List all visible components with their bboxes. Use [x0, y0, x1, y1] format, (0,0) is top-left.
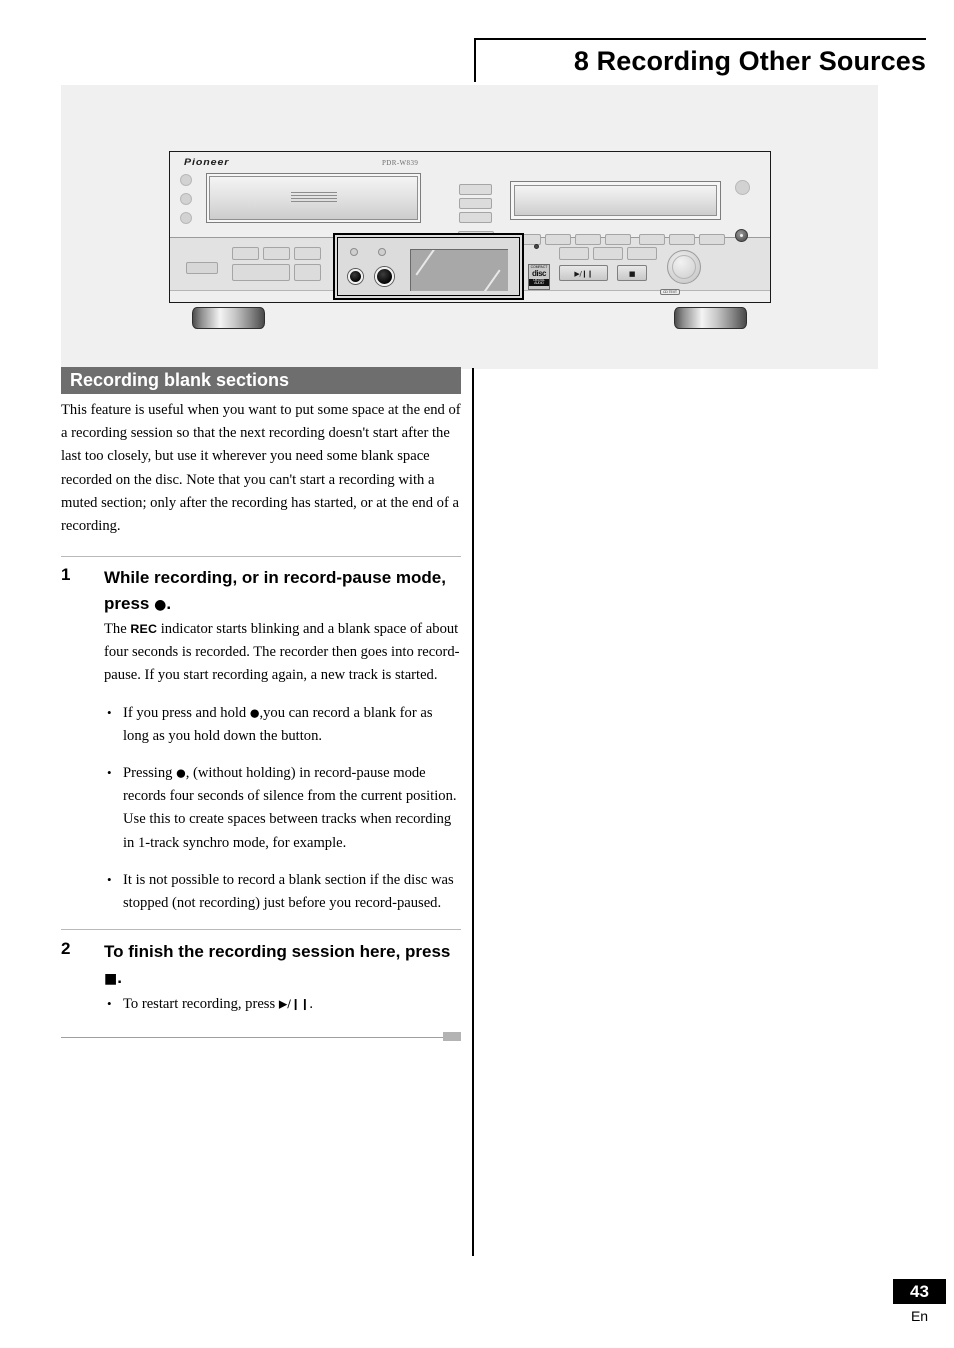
step-1-number: 1 [61, 565, 71, 584]
list-item: Pressing ●, (without holding) in record-… [104, 761, 461, 855]
jog-dial-knob[interactable] [667, 250, 701, 284]
upper-left-button-3 [180, 212, 192, 224]
intro-paragraph-container: This feature is useful when you want to … [61, 399, 461, 538]
lower-left-button-5 [294, 264, 321, 281]
divider-rule-section-end [61, 1037, 461, 1038]
indicator-lamp-2 [378, 248, 386, 256]
right-button-4 [605, 234, 631, 245]
product-illustration-panel: Pioneer PDR-W839 COMPACT disc DIGITAL AU… [61, 85, 878, 369]
record-glyph-icon: ● [154, 597, 167, 613]
lower-left-wide-button [186, 262, 218, 274]
chapter-header-rule: 8 Recording Other Sources [474, 38, 926, 82]
remote-sensor-icon [735, 229, 748, 242]
display-window-outline [510, 181, 721, 220]
disc-tray-1 [209, 176, 418, 220]
screen-glint-1 [415, 250, 437, 276]
device-foot-right [674, 307, 747, 329]
column-divider [472, 368, 474, 1256]
step-2-heading-after: . [117, 968, 122, 987]
cd-recorder-chassis: Pioneer PDR-W839 COMPACT disc DIGITAL AU… [169, 151, 771, 303]
lower-left-button-4 [232, 264, 290, 281]
center-button-3 [459, 212, 492, 223]
callout-display-screen [410, 249, 508, 291]
bullet-2-before: Pressing [123, 765, 177, 782]
record-glyph-icon: ● [176, 766, 186, 780]
bullet-restart-after: . [309, 996, 314, 1012]
indicator-lamp-1 [350, 248, 358, 256]
step-1-heading-after: . [166, 594, 172, 613]
stop-glyph-icon: ■ [104, 971, 118, 987]
step-2-number: 2 [61, 939, 71, 958]
upper-left-button-2 [180, 193, 192, 205]
front-panel-callout-box [333, 233, 524, 300]
display-window [514, 185, 717, 216]
lower-left-button-1 [232, 247, 259, 260]
upper-right-knob [735, 180, 750, 195]
bullet-1-before: If you press and hold [123, 704, 250, 721]
step-2: 2 To finish the recording session here, … [61, 939, 461, 1016]
page-title: 8 Recording Other Sources [573, 46, 926, 76]
center-button-2 [459, 198, 492, 209]
device-foot-left [192, 307, 265, 329]
step-1-bullet-list: If you press and hold ●,you can record a… [104, 701, 461, 916]
screen-glint-2 [479, 269, 501, 291]
step-1: 1 While recording, or in record-pause mo… [61, 565, 461, 915]
play-pause-glyph-icon: ▶/❙❙ [278, 997, 310, 1011]
disc-tray-1-outline [206, 173, 421, 223]
small-status-dot-icon [534, 244, 539, 249]
center-button-1 [459, 184, 492, 195]
right-button-5 [639, 234, 665, 245]
jog-dial-inner-ring [672, 255, 696, 279]
lower-left-button-2 [263, 247, 290, 260]
bullet-3-before: It is not possible to record a blank sec… [123, 871, 454, 912]
cd-logo-bar-text: DIGITAL AUDIO [529, 278, 549, 286]
divider-rule-above-step-2 [61, 929, 461, 930]
step-1-body-before: The [104, 621, 131, 637]
list-item: To restart recording, press ▶/❙❙. [104, 992, 461, 1016]
play-pause-button[interactable]: ▶/❙❙ [559, 265, 608, 281]
lower-right-button-3 [627, 247, 657, 260]
section-heading-bar: Recording blank sections [61, 367, 461, 394]
upper-left-button-1 [180, 174, 192, 186]
section-end-marker [443, 1032, 461, 1041]
cd-text-badge: CD TEXT [660, 289, 680, 295]
stop-button[interactable]: ■ [617, 265, 647, 281]
mic-jack-icon [375, 267, 394, 286]
right-button-6 [669, 234, 695, 245]
step-1-body: The REC indicator starts blinking and a … [104, 618, 461, 688]
step-2-heading: To finish the recording session here, pr… [104, 939, 461, 991]
divider-rule-above-step-1 [61, 556, 461, 557]
disc-tray-1-grille [290, 192, 337, 204]
compact-disc-logo-icon: COMPACT disc DIGITAL AUDIO [528, 264, 550, 290]
lower-right-button-1 [559, 247, 589, 260]
intro-paragraph: This feature is useful when you want to … [61, 402, 461, 535]
lower-right-button-2 [593, 247, 623, 260]
step-1-heading: While recording, or in record-pause mode… [104, 565, 461, 617]
lower-left-button-3 [294, 247, 321, 260]
right-button-7 [699, 234, 725, 245]
step-2-heading-before: To finish the recording session here, pr… [104, 942, 451, 961]
headphone-jack-icon [348, 269, 363, 284]
right-button-2 [545, 234, 571, 245]
pioneer-logo: Pioneer [184, 157, 230, 168]
page-language-code: En [910, 1308, 929, 1324]
model-number-label: PDR-W839 [382, 159, 419, 167]
cd-logo-main-text: disc [531, 268, 547, 278]
page-number: 43 [893, 1279, 946, 1304]
section-heading-text: Recording blank sections [70, 370, 290, 390]
rec-indicator-label: REC [130, 622, 158, 636]
list-item: If you press and hold ●,you can record a… [104, 701, 461, 748]
callout-inner-border [337, 237, 520, 296]
bullet-restart-before: To restart recording, press [123, 996, 279, 1012]
step-1-body-after: indicator starts blinking and a blank sp… [104, 621, 460, 684]
step-2-bullet-list: To restart recording, press ▶/❙❙. [104, 992, 461, 1016]
list-item: It is not possible to record a blank sec… [104, 868, 461, 915]
right-button-3 [575, 234, 601, 245]
